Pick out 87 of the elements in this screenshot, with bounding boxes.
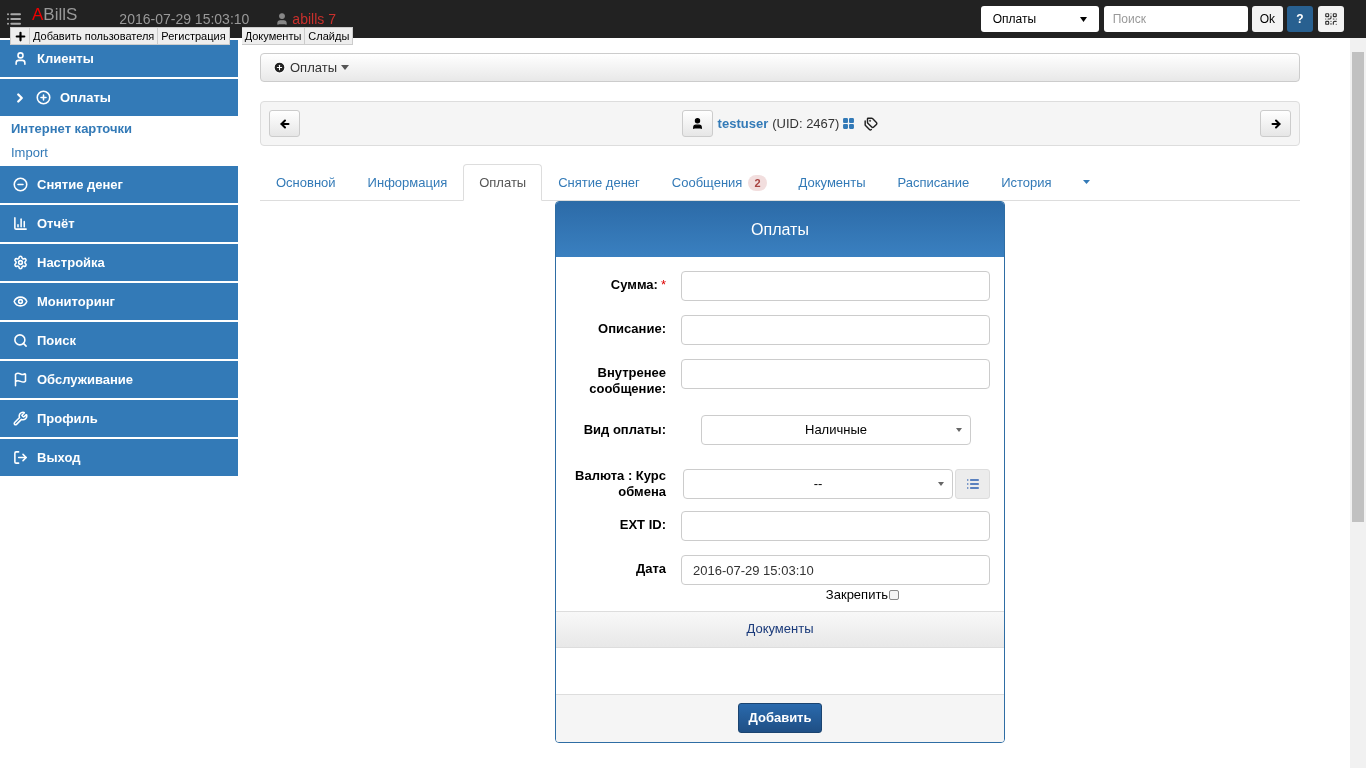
documents-section-header[interactable]: Документы (556, 610, 1004, 648)
tab[interactable]: Оплаты (463, 164, 543, 201)
exchange-rate-button[interactable] (955, 469, 990, 499)
caret-icon (341, 65, 349, 70)
caret-icon (956, 428, 962, 432)
field-label: Дата (635, 561, 666, 577)
sidebar-item[interactable]: Оплаты (0, 79, 238, 116)
qr-code-icon (1324, 12, 1338, 26)
field-label: EXT ID: (619, 517, 666, 533)
ok-button[interactable]: Ok (1251, 6, 1283, 32)
caret-icon (1079, 16, 1087, 22)
logo[interactable]: ABillS (32, 5, 78, 23)
module-select[interactable]: Оплаты (980, 6, 1099, 32)
field-label: Описание: (598, 321, 666, 337)
quick-link[interactable]: Регистрация (158, 27, 230, 45)
input-field[interactable] (681, 511, 990, 541)
quick-link[interactable]: Слайды (305, 27, 354, 45)
sidebar-item[interactable]: Поиск (0, 322, 238, 359)
user-link[interactable]: abills 7 (292, 8, 336, 30)
field-label: Валюта : Курс обмена (574, 468, 666, 500)
help-button[interactable]: ? (1287, 6, 1313, 32)
count-badge: 2 (748, 174, 767, 191)
sidebar-item[interactable]: Обслуживание (0, 361, 238, 398)
clock-text: 2016-07-29 15:03:10 (119, 9, 250, 29)
form-title: Оплаты (556, 202, 1004, 257)
input-field[interactable]: 2016-07-29 15:03:10 (681, 555, 990, 585)
input-field[interactable] (681, 271, 990, 301)
tab[interactable]: Основной (260, 164, 352, 201)
tab[interactable]: Снятие денег (542, 164, 656, 201)
sidebar-item[interactable]: Мониторинг (0, 283, 238, 320)
tab[interactable]: Информация (351, 164, 464, 201)
tab[interactable]: Документы (782, 164, 882, 201)
user-icon (275, 12, 290, 26)
field-label: Сумма: (610, 277, 658, 293)
input-field[interactable] (681, 315, 990, 345)
arrow-left-icon (278, 117, 291, 130)
sidebar-item[interactable]: Выход (0, 439, 238, 476)
search-field[interactable]: Поиск (1103, 6, 1248, 32)
pin-checkbox[interactable] (889, 589, 900, 600)
minus-circle-icon (13, 177, 28, 192)
input-field[interactable] (681, 359, 990, 389)
quick-link[interactable]: Добавить пользователя (30, 27, 159, 45)
required-mark: * (660, 277, 666, 292)
add-button[interactable]: Добавить (737, 703, 823, 733)
menu-icon[interactable] (6, 11, 22, 27)
tab[interactable]: История (985, 164, 1068, 201)
list-icon (965, 477, 980, 491)
previous-button[interactable] (269, 110, 300, 137)
sidebar-item[interactable]: Снятие денег (0, 166, 238, 203)
sidebar-item[interactable]: Настройка (0, 244, 238, 281)
tab[interactable]: Сообщения 2 (655, 164, 783, 201)
sidebar-subitem[interactable]: Import (0, 142, 238, 164)
tags-icon[interactable] (864, 116, 879, 131)
sidebar-item[interactable]: Профиль (0, 400, 238, 437)
user-icon (690, 117, 704, 130)
quick-link[interactable]: Документы (241, 27, 306, 45)
gear-icon (13, 255, 28, 270)
add-button[interactable] (10, 27, 30, 45)
caret-icon (1082, 179, 1090, 184)
tab[interactable]: Расписание (881, 164, 986, 201)
breadcrumb-menu[interactable]: Оплаты (273, 57, 349, 78)
qr-code-button[interactable] (1318, 6, 1344, 32)
sidebar-item[interactable]: Отчёт (0, 205, 238, 242)
user-login-link[interactable]: testuser (717, 113, 769, 134)
grid-icon[interactable] (842, 117, 856, 130)
plus-circle-icon (273, 61, 286, 74)
eye-icon (13, 294, 28, 309)
pin-checkbox-label[interactable]: Закрепить (825, 585, 900, 605)
logout-icon (13, 450, 28, 465)
search-icon (13, 333, 28, 348)
next-button[interactable] (1260, 110, 1291, 137)
payment-type-select[interactable]: Наличные (701, 415, 971, 445)
wrench-icon (13, 411, 28, 426)
flag-icon (13, 372, 28, 387)
sidebar-subitem[interactable]: Интернет карточки (0, 118, 238, 140)
field-label: Внутренее сообщение: (588, 365, 666, 397)
currency-select[interactable]: -- (683, 469, 953, 499)
user-profile-button[interactable] (681, 110, 713, 137)
field-label: Вид оплаты: (583, 422, 666, 438)
caret-icon (938, 482, 944, 486)
uid-text: (UID: 2467) (772, 114, 840, 133)
user-icon (13, 51, 28, 66)
plus-icon (13, 29, 27, 43)
bar-chart-icon (13, 216, 28, 231)
arrow-right-icon (1269, 117, 1282, 130)
scrollbar[interactable] (1350, 38, 1366, 768)
plus-circle-icon (36, 90, 51, 105)
